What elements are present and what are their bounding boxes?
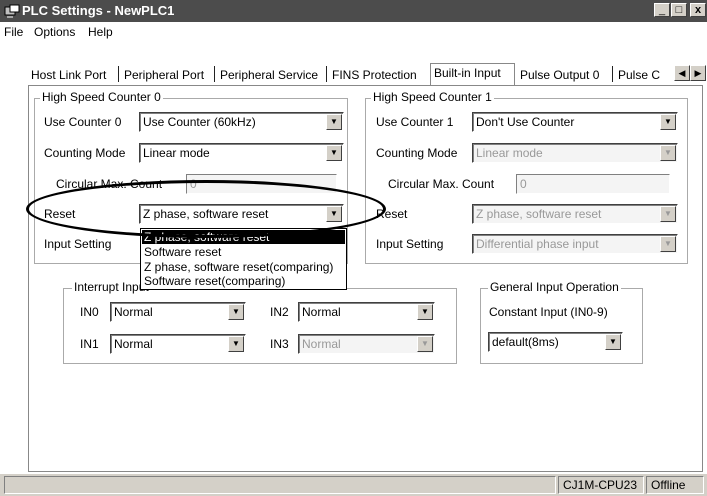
status-mode: Offline — [646, 476, 704, 494]
tab-host-link-port[interactable]: Host Link Port — [28, 66, 109, 84]
dropdown-arrow-icon[interactable]: ▼ — [660, 114, 676, 130]
in1-select[interactable]: Normal ▼ — [110, 334, 246, 354]
reset-1-label: Reset — [376, 207, 408, 221]
in0-label: IN0 — [80, 305, 99, 319]
menu-options[interactable]: Options — [34, 25, 75, 39]
counting-mode-0-select[interactable]: Linear mode ▼ — [139, 143, 344, 163]
constant-input-value: default(8ms) — [492, 335, 559, 349]
in0-value: Normal — [114, 305, 153, 319]
tab-scroll-left-icon[interactable]: ◀ — [674, 65, 690, 81]
reset-option[interactable]: Z phase, software reset — [142, 230, 345, 244]
constant-input-select[interactable]: default(8ms) ▼ — [488, 332, 623, 352]
in3-value: Normal — [302, 337, 341, 351]
window-title: PLC Settings - NewPLC1 — [22, 3, 175, 18]
reset-option[interactable]: Z phase, software reset(comparing) — [142, 260, 345, 274]
dropdown-arrow-icon[interactable]: ▼ — [326, 206, 342, 222]
dropdown-arrow-icon[interactable]: ▼ — [660, 236, 676, 252]
reset-option[interactable]: Software reset — [142, 245, 345, 259]
dropdown-arrow-icon[interactable]: ▼ — [660, 145, 676, 161]
reset-0-value: Z phase, software reset — [143, 207, 269, 221]
status-cpu: CJ1M-CPU23 — [558, 476, 644, 494]
tab-pulse-output-1[interactable]: Pulse C — [615, 66, 675, 84]
use-counter-0-select[interactable]: Use Counter (60kHz) ▼ — [139, 112, 344, 132]
use-counter-1-select[interactable]: Don't Use Counter ▼ — [472, 112, 678, 132]
reset-0-select[interactable]: Z phase, software reset ▼ — [139, 204, 344, 224]
in3-select[interactable]: Normal ▼ — [298, 334, 435, 354]
circular-max-count-0-label: Circular Max. Count — [56, 177, 163, 191]
input-setting-0-label: Input Setting — [44, 237, 112, 251]
dropdown-arrow-icon[interactable]: ▼ — [417, 304, 433, 320]
dropdown-arrow-icon[interactable]: ▼ — [326, 114, 342, 130]
circular-max-count-0-field[interactable]: 0 — [186, 174, 337, 194]
dropdown-arrow-icon[interactable]: ▼ — [326, 145, 342, 161]
menu-file[interactable]: File — [4, 25, 23, 39]
tab-separator — [118, 66, 119, 82]
tab-separator — [214, 66, 215, 82]
dropdown-arrow-icon[interactable]: ▼ — [660, 206, 676, 222]
tab-built-in-input[interactable]: Built-in Input — [430, 63, 515, 85]
tab-pulse-output-0[interactable]: Pulse Output 0 — [517, 66, 602, 84]
circular-max-count-1-field[interactable]: 0 — [516, 174, 670, 194]
counting-mode-1-select[interactable]: Linear mode ▼ — [472, 143, 678, 163]
dropdown-arrow-icon[interactable]: ▼ — [605, 334, 621, 350]
status-message-pane — [4, 476, 556, 494]
reset-1-select[interactable]: Z phase, software reset ▼ — [472, 204, 678, 224]
input-setting-1-select[interactable]: Differential phase input ▼ — [472, 234, 678, 254]
hsc1-title: High Speed Counter 1 — [371, 90, 494, 104]
counting-mode-0-label: Counting Mode — [44, 146, 126, 160]
use-counter-1-label: Use Counter 1 — [376, 115, 454, 129]
input-setting-1-label: Input Setting — [376, 237, 444, 251]
general-input-group — [480, 288, 643, 364]
in2-value: Normal — [302, 305, 341, 319]
in2-select[interactable]: Normal ▼ — [298, 302, 435, 322]
tab-fins-protection[interactable]: FINS Protection — [329, 66, 420, 84]
use-counter-0-label: Use Counter 0 — [44, 115, 122, 129]
in1-value: Normal — [114, 337, 153, 351]
in1-label: IN1 — [80, 337, 99, 351]
dropdown-arrow-icon[interactable]: ▼ — [228, 304, 244, 320]
tab-separator — [326, 66, 327, 82]
plc-settings-window: PLC Settings - NewPLC1 _ □ x File Option… — [0, 0, 707, 496]
counting-mode-1-value: Linear mode — [476, 146, 543, 160]
input-setting-1-value: Differential phase input — [476, 237, 599, 251]
status-bar: CJ1M-CPU23 Offline — [0, 474, 707, 496]
tab-scroll-right-icon[interactable]: ▶ — [690, 65, 706, 81]
constant-input-label: Constant Input (IN0-9) — [489, 305, 608, 319]
hsc0-title: High Speed Counter 0 — [40, 90, 163, 104]
dropdown-arrow-icon[interactable]: ▼ — [417, 336, 433, 352]
reset-dropdown-list[interactable]: Z phase, software reset Software reset Z… — [140, 228, 347, 290]
counting-mode-1-label: Counting Mode — [376, 146, 458, 160]
tab-peripheral-service[interactable]: Peripheral Service — [217, 66, 321, 84]
tab-separator — [612, 66, 613, 82]
in0-select[interactable]: Normal ▼ — [110, 302, 246, 322]
minimize-button[interactable]: _ — [654, 3, 670, 17]
close-button[interactable]: x — [690, 3, 706, 17]
in2-label: IN2 — [270, 305, 289, 319]
maximize-button[interactable]: □ — [671, 3, 687, 17]
reset-0-label: Reset — [44, 207, 76, 221]
tab-strip: Host Link Port Peripheral Port Periphera… — [28, 63, 707, 85]
in3-label: IN3 — [270, 337, 289, 351]
plc-app-icon — [4, 4, 20, 18]
title-bar: PLC Settings - NewPLC1 _ □ x — [0, 0, 707, 22]
reset-1-value: Z phase, software reset — [476, 207, 602, 221]
counting-mode-0-value: Linear mode — [143, 146, 210, 160]
menu-help[interactable]: Help — [88, 25, 113, 39]
circular-max-count-1-label: Circular Max. Count — [388, 177, 495, 191]
menu-bar: File Options Help — [0, 22, 707, 42]
interrupt-input-title: Interrupt Input — [72, 280, 151, 294]
tab-peripheral-port[interactable]: Peripheral Port — [121, 66, 207, 84]
general-input-title: General Input Operation — [488, 280, 621, 294]
dropdown-arrow-icon[interactable]: ▼ — [228, 336, 244, 352]
use-counter-0-value: Use Counter (60kHz) — [143, 115, 256, 129]
circular-max-count-0-value: 0 — [190, 177, 197, 191]
use-counter-1-value: Don't Use Counter — [476, 115, 575, 129]
reset-option[interactable]: Software reset(comparing) — [142, 274, 345, 288]
circular-max-count-1-value: 0 — [520, 177, 527, 191]
